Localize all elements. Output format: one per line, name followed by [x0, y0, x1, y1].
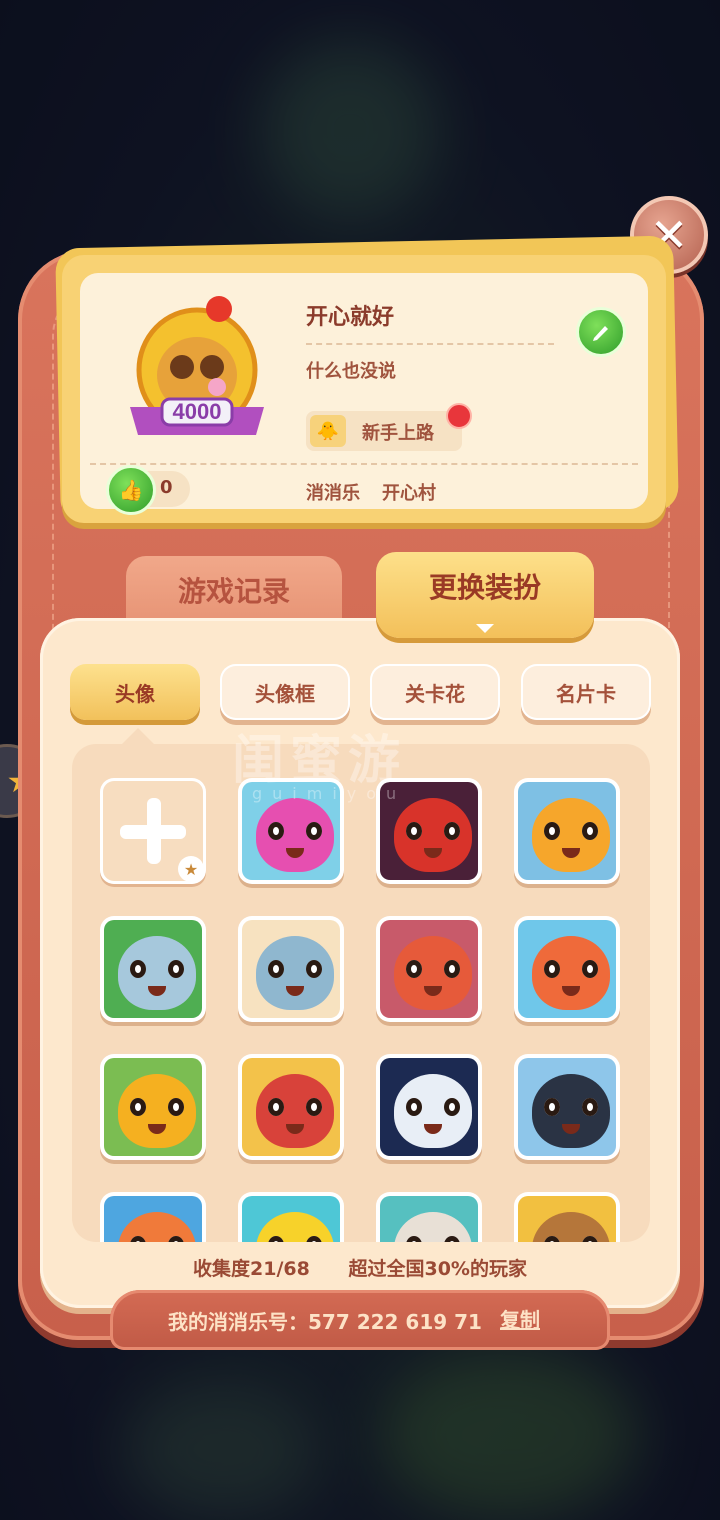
- avatar-item-squid-pirate[interactable]: [238, 1054, 344, 1160]
- account-id: 我的消消乐号：577 222 619 71: [168, 1310, 482, 1334]
- divider: [306, 343, 554, 345]
- account-bar: 我的消消乐号：577 222 619 71 复制: [110, 1290, 610, 1350]
- national-rank: 超过全国30%的玩家: [348, 1258, 527, 1280]
- avatar-item-sushi-fluff[interactable]: [238, 916, 344, 1022]
- avatar-item-penguin[interactable]: [514, 1054, 620, 1160]
- chick-icon: 🐥: [310, 415, 346, 447]
- notification-dot: [446, 403, 472, 429]
- nickname: 开心就好: [306, 305, 395, 330]
- tab-game-records[interactable]: 游戏记录: [126, 556, 342, 624]
- star-icon: ★: [178, 856, 204, 882]
- game-name: 消消乐: [306, 483, 360, 504]
- like-count: 0: [160, 477, 173, 498]
- thumbs-up-icon: 👍: [118, 478, 144, 502]
- like-button[interactable]: 👍: [106, 465, 156, 515]
- avatar-item-ghost[interactable]: [376, 1054, 482, 1160]
- sub-tab-avatar[interactable]: 头像: [70, 664, 200, 720]
- avatar-item-yellow-chick[interactable]: [238, 1192, 344, 1242]
- avatar-item-monkey[interactable]: [514, 1192, 620, 1242]
- avatar-item-crab-shell[interactable]: [376, 916, 482, 1022]
- tab-change-dress[interactable]: 更换装扮: [376, 552, 594, 638]
- avatar-level: 4000: [173, 399, 222, 424]
- caret-down-icon: [476, 624, 494, 633]
- avatar-item-puffer-fish[interactable]: [514, 916, 620, 1022]
- sub-tab-avatar-frame[interactable]: 头像框: [220, 664, 350, 720]
- avatar-item-blue-owl[interactable]: [100, 916, 206, 1022]
- profile-card: 4000 开心就好 什么也没说 🐥 新手上路 👍 0 消消乐 开心村: [62, 255, 666, 523]
- sub-tabs: 头像 头像框 关卡花 名片卡: [70, 664, 652, 722]
- divider: [90, 463, 638, 465]
- add-avatar-button[interactable]: ★: [100, 778, 206, 884]
- edit-button[interactable]: [576, 307, 626, 357]
- collection-stats: 收集度21/68 超过全国30%的玩家: [0, 1254, 720, 1281]
- sub-tab-pointer: [122, 728, 154, 744]
- collection-progress: 收集度21/68: [193, 1258, 310, 1280]
- avatar-item-sunflower[interactable]: [514, 778, 620, 884]
- pencil-icon: [593, 326, 608, 341]
- avatar-grid: ★: [72, 744, 650, 1242]
- watermark: 闺蜜游: [232, 731, 407, 791]
- avatar-item-yellow-cyclops[interactable]: [100, 1054, 206, 1160]
- badge-label: 新手上路: [362, 423, 434, 444]
- copy-button[interactable]: 复制: [500, 1304, 540, 1333]
- village-name: 开心村: [382, 483, 436, 504]
- avatar-item-clownfish[interactable]: [100, 1192, 206, 1242]
- sub-tab-level-flower[interactable]: 关卡花: [370, 664, 500, 720]
- avatar[interactable]: 4000: [122, 295, 272, 445]
- watermark-sub: guimiyou: [252, 784, 407, 803]
- badge[interactable]: 🐥 新手上路: [306, 411, 462, 451]
- sub-tab-name-card[interactable]: 名片卡: [521, 664, 651, 720]
- signature: 什么也没说: [306, 361, 396, 382]
- avatar-item-cow[interactable]: [376, 1192, 482, 1242]
